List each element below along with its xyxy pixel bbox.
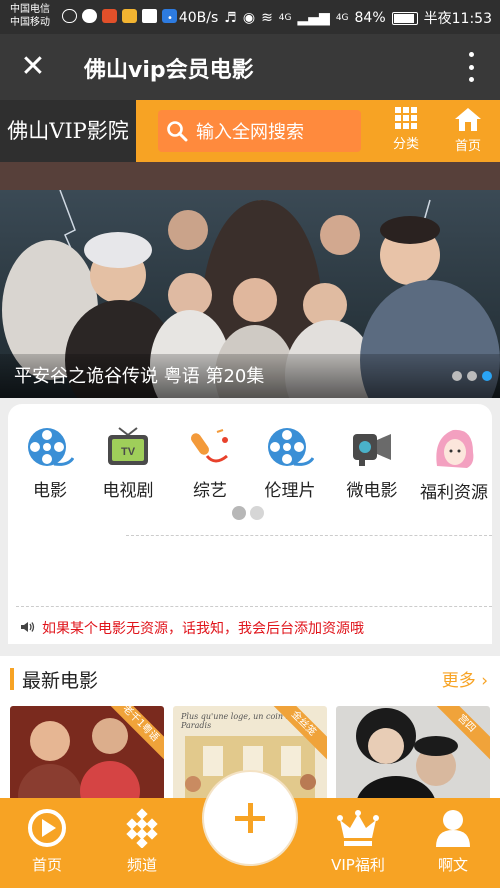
page-dot[interactable] [250, 506, 264, 520]
category-pagination [232, 506, 264, 520]
signal-bars-1: ▂▄▆ [297, 10, 330, 26]
film-reel-icon [28, 428, 74, 466]
carrier-2: 中国移动 [10, 17, 50, 28]
grid-icon [126, 808, 158, 848]
category-label: 电影 [33, 481, 67, 501]
site-logo[interactable]: 佛山VIP影院 [0, 100, 136, 162]
section-accent-bar [10, 668, 14, 690]
tab-channel[interactable]: 频道 [107, 808, 177, 875]
microphone-icon [190, 429, 228, 463]
chevron-right-icon: › [481, 671, 488, 691]
svg-text:TV: TV [121, 446, 136, 458]
notice-text: 如果某个电影无资源，话我知，我会后台添加资源哦 [42, 621, 364, 637]
wifi-icon: ≋ [261, 10, 273, 26]
page-dot-active[interactable] [232, 506, 246, 520]
app-icon [122, 9, 137, 23]
tab-vip[interactable]: VIP福利 [316, 808, 400, 875]
search-placeholder: 输入全网搜索 [196, 122, 304, 143]
more-vertical-icon[interactable] [468, 52, 474, 82]
grid-icon [395, 107, 417, 129]
carrier-1: 中国电信 [10, 4, 50, 15]
battery-icon [391, 11, 418, 25]
search-input[interactable]: 输入全网搜索 [158, 110, 361, 152]
crown-icon [337, 810, 379, 846]
tab-label: 啊文 [437, 856, 468, 874]
category-label: 电视剧 [102, 481, 154, 501]
category-label: 综艺 [193, 481, 227, 501]
carriers: 中国电信 中国移动 [10, 3, 50, 29]
clock: 半夜11:53 [423, 11, 492, 27]
category-label: 福利资源 [420, 483, 488, 503]
home-button[interactable]: 首页 [444, 106, 492, 156]
lock-icon [62, 9, 77, 23]
tv-icon: TV [108, 427, 148, 465]
home-label: 首页 [454, 139, 481, 154]
section-title: 最新电影 [22, 670, 99, 692]
signal-2: 4G [335, 13, 349, 23]
tab-label: 首页 [31, 856, 62, 874]
play-circle-icon [28, 809, 66, 847]
home-icon [455, 108, 481, 131]
notification-icons [62, 9, 177, 23]
video-camera-icon [353, 434, 391, 466]
eye-icon: ◉ [242, 10, 256, 26]
speaker-icon [21, 622, 35, 632]
user-icon [436, 810, 470, 847]
heart-monitor-icon [142, 9, 157, 23]
category-ethics[interactable]: 伦理片 [248, 426, 332, 501]
category-variety[interactable]: 综艺 [168, 426, 252, 501]
more-label: 更多 [441, 671, 476, 691]
category-micro-film[interactable]: 微电影 [330, 426, 414, 501]
movie-poster[interactable]: 老千1粤语 [10, 706, 164, 806]
category-movie[interactable]: 电影 [8, 426, 92, 501]
page-title: 佛山vip会员电影 [84, 58, 254, 83]
category-welfare[interactable]: 福利资源 [412, 426, 496, 503]
video-app-icon [102, 9, 117, 23]
banner-dot[interactable] [467, 371, 477, 381]
category-button[interactable]: 分类 [382, 106, 430, 156]
category-label: 微电影 [346, 481, 398, 501]
headphone-icon: ♬ [224, 10, 237, 26]
category-card: 电影 TV 电视剧 综艺 伦理片 微电影 福利资源 如果某个电影无资源，话我知，… [8, 404, 492, 644]
close-icon[interactable]: ✕ [18, 52, 48, 82]
status-bar: 中国电信 中国移动 • 40B/s ♬ ◉ ≋ 4G ▂▄▆ 4G 84% 半夜… [0, 0, 500, 34]
tab-label: 频道 [126, 856, 157, 874]
net-speed: 40B/s [178, 10, 219, 26]
tab-label: VIP福利 [331, 856, 385, 874]
site-header: 佛山VIP影院 输入全网搜索 分类 首页 [0, 100, 500, 162]
tab-home[interactable]: 首页 [12, 808, 82, 875]
category-label: 伦理片 [264, 481, 316, 501]
category-tv[interactable]: TV 电视剧 [86, 426, 170, 501]
search-icon [167, 121, 188, 142]
movie-poster[interactable]: 宫四 [336, 706, 490, 806]
plus-icon[interactable] [204, 772, 296, 864]
divider [16, 606, 492, 607]
more-link[interactable]: 更多 › [442, 666, 488, 691]
banner-top-strip [0, 162, 500, 190]
status-right: • 40B/s ♬ ◉ ≋ 4G ▂▄▆ 4G 84% 半夜11:53 [166, 10, 492, 27]
banner-caption: 平安谷之诡谷传说 粤语 第20集 [14, 366, 265, 387]
woman-icon [436, 429, 474, 468]
title-bar: ✕ 佛山vip会员电影 [0, 34, 500, 100]
wechat-icon [82, 9, 97, 23]
banner-dot[interactable] [452, 371, 462, 381]
battery-percent: 84% [354, 10, 386, 26]
signal-1: 4G [278, 13, 292, 23]
hero-banner[interactable]: 平安谷之诡谷传说 粤语 第20集 [0, 190, 500, 398]
film-reel-icon [268, 428, 314, 466]
category-label: 分类 [392, 137, 419, 152]
tab-profile[interactable]: 啊文 [418, 808, 488, 875]
banner-dot-active[interactable] [482, 371, 492, 381]
banner-pagination [452, 371, 492, 381]
divider [126, 535, 492, 536]
